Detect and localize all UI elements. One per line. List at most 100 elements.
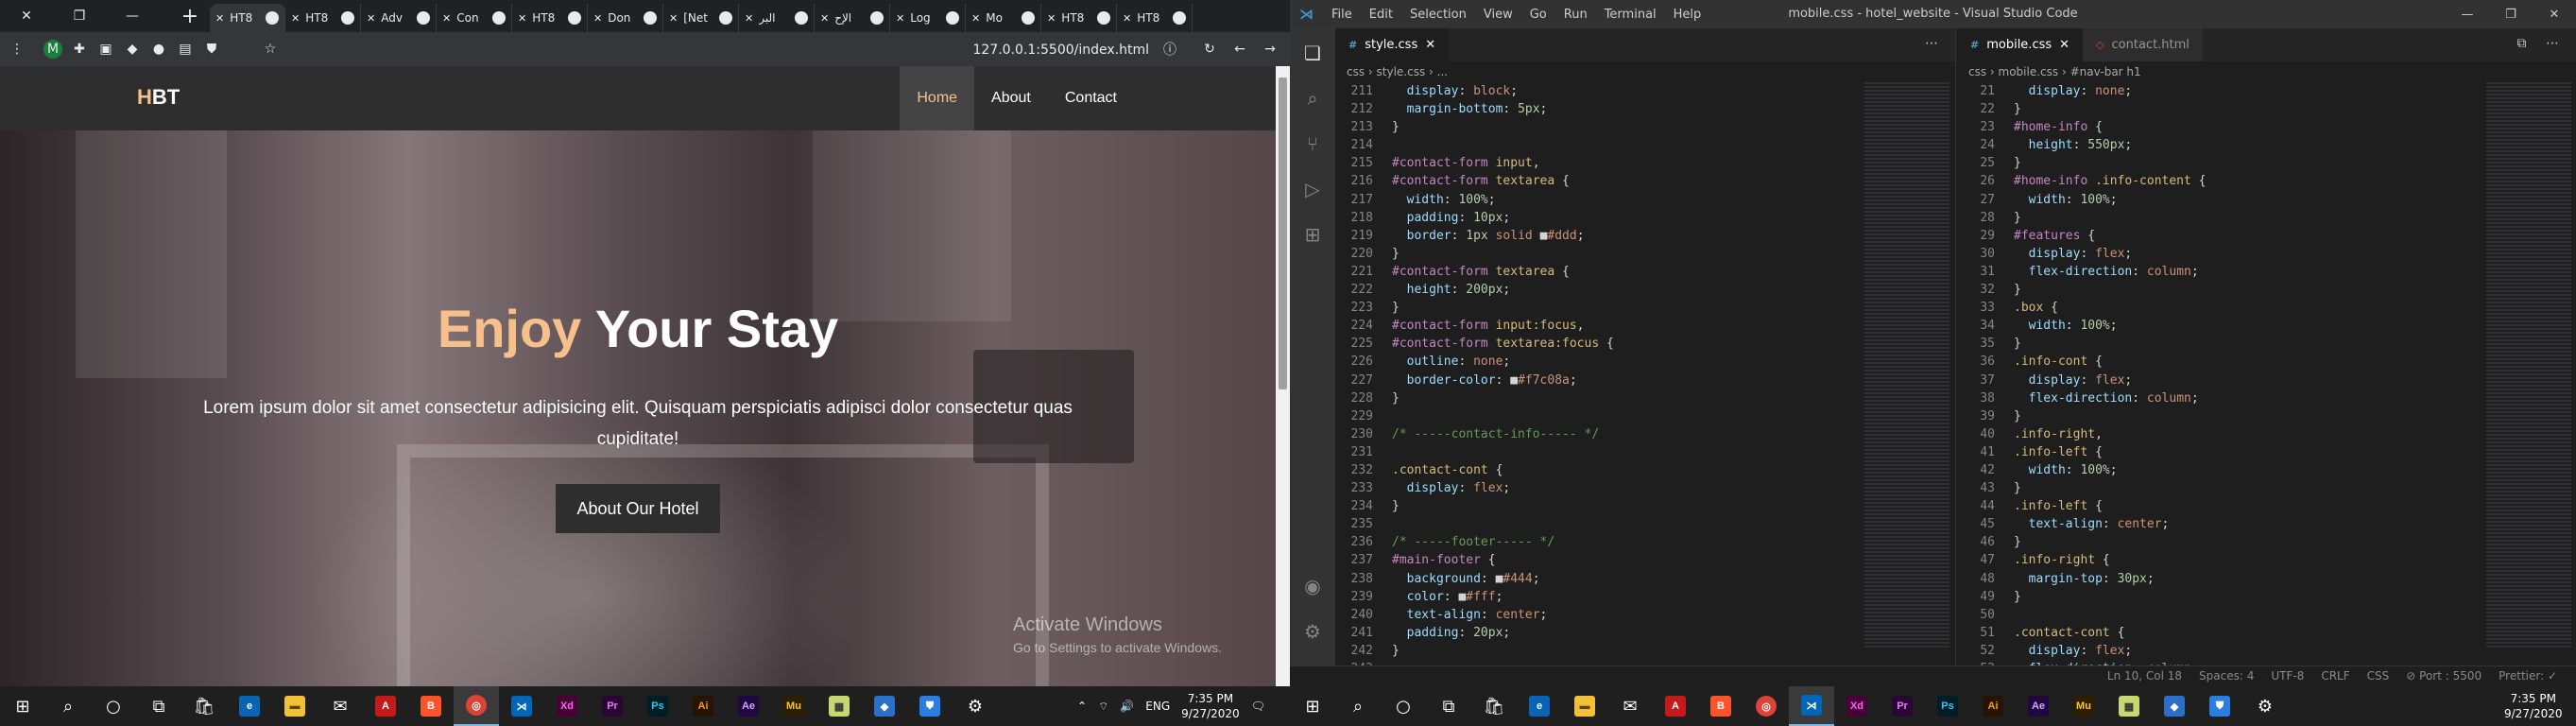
close-icon[interactable]: ✕ — [2533, 0, 2576, 28]
code-line[interactable]: 35} — [1957, 335, 2576, 353]
notifications-icon[interactable]: 🗨 — [1251, 700, 1265, 713]
cortana-icon[interactable]: ○ — [91, 686, 136, 726]
site-info-icon[interactable]: ⓘ — [1160, 40, 1179, 59]
code-line[interactable]: 42 width: 100%; — [1957, 461, 2576, 479]
close-tab-icon[interactable]: ✕ — [367, 12, 375, 25]
task-view-icon[interactable]: ⧉ — [1426, 686, 1471, 726]
forward-icon[interactable]: → — [1261, 40, 1279, 59]
menu-item-go[interactable]: Go — [1530, 8, 1547, 22]
mail-icon[interactable]: ✉ — [318, 686, 363, 726]
windows-start-icon[interactable]: ⊞ — [0, 686, 45, 726]
search-icon[interactable]: ⌕ — [1301, 87, 1324, 110]
extension-icon[interactable]: ▣ — [96, 40, 115, 59]
adobe-xd-icon[interactable]: Xd — [1834, 686, 1880, 726]
code-line[interactable]: 217 width: 100%; — [1335, 191, 1955, 209]
code-line[interactable]: 37 display: flex; — [1957, 372, 2576, 389]
browser-tab[interactable]: ✕ Adv — [361, 4, 437, 32]
status-item[interactable]: Spaces: 4 — [2199, 669, 2254, 683]
bookmark-star-icon[interactable]: ☆ — [261, 40, 280, 59]
task-view-icon[interactable]: ⧉ — [136, 686, 181, 726]
status-item[interactable]: ⊘ Port : 5500 — [2406, 669, 2482, 683]
browser-tab[interactable]: ✕ Don — [588, 4, 663, 32]
explorer-icon[interactable]: ❏ — [1301, 42, 1324, 64]
browser-tab[interactable]: ✕ Log — [890, 4, 966, 32]
close-tab-icon[interactable]: ✕ — [896, 12, 904, 25]
brave-icon[interactable]: B — [408, 686, 454, 726]
vscode-icon[interactable]: ⋊ — [499, 686, 544, 726]
code-line[interactable]: 228} — [1335, 389, 1955, 407]
code-line[interactable]: 48 margin-top: 30px; — [1957, 570, 2576, 588]
menu-item-terminal[interactable]: Terminal — [1605, 8, 1657, 22]
close-tab-icon[interactable]: ✕ — [518, 12, 526, 25]
restore-icon[interactable]: ❐ — [2489, 0, 2533, 28]
adobe-xd-icon[interactable]: Xd — [544, 686, 590, 726]
defender-icon[interactable]: ⛊ — [907, 686, 953, 726]
code-line[interactable]: 232 .contact-cont { — [1335, 461, 1955, 479]
menu-item-file[interactable]: File — [1331, 8, 1352, 22]
code-line[interactable]: 227 border-color: ■#f7c08a; — [1335, 372, 1955, 389]
menu-item-help[interactable]: Help — [1674, 8, 1702, 22]
menu-item-run[interactable]: Run — [1564, 8, 1588, 22]
code-line[interactable]: 29 #features { — [1957, 227, 2576, 245]
system-clock[interactable]: 7:35 PM 9/27/2020 — [2504, 691, 2563, 721]
browser-tab[interactable]: ✕ HT8 — [285, 4, 361, 32]
vscode-icon[interactable]: ⋊ — [1789, 686, 1834, 726]
code-line[interactable]: 220} — [1335, 245, 1955, 263]
code-line[interactable]: 240 text-align: center; — [1335, 606, 1955, 624]
nav-about[interactable]: About — [974, 66, 1048, 130]
sourcetree-icon[interactable]: ◆ — [2152, 686, 2197, 726]
code-line[interactable]: 216 #contact-form textarea { — [1335, 172, 1955, 190]
code-editor-left[interactable]: 211 display: block; 212 margin-bottom: 5p… — [1335, 82, 1955, 678]
tab-mobile-css[interactable]: # mobile.css ✕ — [1957, 28, 2084, 61]
code-line[interactable]: 33 .box { — [1957, 299, 2576, 317]
after-effects-icon[interactable]: Ae — [726, 686, 771, 726]
close-icon[interactable]: ✕ — [0, 0, 53, 32]
close-tab-icon[interactable]: ✕ — [215, 12, 224, 25]
code-line[interactable]: 23 #home-info { — [1957, 118, 2576, 136]
mail-icon[interactable]: ✉ — [1607, 686, 1653, 726]
code-line[interactable]: 21 display: none; — [1957, 82, 2576, 100]
acrobat-icon[interactable]: A — [363, 686, 408, 726]
code-line[interactable]: 44 .info-left { — [1957, 497, 2576, 515]
code-line[interactable]: 218 padding: 10px; — [1335, 209, 1955, 227]
browser-tab[interactable]: ✕ Mo — [966, 4, 1041, 32]
tab-style-css[interactable]: # style.css ✕ — [1335, 28, 1450, 61]
back-icon[interactable]: ← — [1230, 40, 1249, 59]
code-line[interactable]: 213} — [1335, 118, 1955, 136]
code-line[interactable]: 221 #contact-form textarea { — [1335, 263, 1955, 281]
muse-icon[interactable]: Mu — [2061, 686, 2106, 726]
browser-tab[interactable]: ✕ الإح — [815, 4, 890, 32]
edge-icon[interactable]: e — [1517, 686, 1562, 726]
code-line[interactable]: 52 display: flex; — [1957, 642, 2576, 660]
close-tab-icon[interactable]: ✕ — [291, 12, 300, 25]
code-line[interactable]: 26 #home-info .info-content { — [1957, 172, 2576, 190]
defender-icon[interactable]: ⛊ — [2197, 686, 2242, 726]
close-tab-icon[interactable]: ✕ — [745, 12, 753, 25]
store-icon[interactable]: 🛍 — [1471, 686, 1517, 726]
code-line[interactable]: 39} — [1957, 407, 2576, 425]
code-line[interactable]: 231 — [1335, 443, 1955, 461]
chrome-icon[interactable]: ◎ — [1743, 686, 1789, 726]
browser-tab[interactable]: ✕ HT8 — [210, 4, 285, 32]
close-icon[interactable]: ✕ — [1425, 38, 1435, 52]
code-line[interactable]: 237 #main-footer { — [1335, 551, 1955, 569]
split-editor-icon[interactable]: ⧉ ⋯ — [2517, 36, 2567, 51]
minimize-icon[interactable]: — — [106, 0, 159, 32]
source-control-icon[interactable]: ⑂ — [1301, 132, 1324, 155]
code-line[interactable]: 27 width: 100%; — [1957, 191, 2576, 209]
browser-tab[interactable]: ✕ HT8 — [1117, 4, 1193, 32]
code-line[interactable]: 233 display: flex; — [1335, 479, 1955, 497]
close-tab-icon[interactable]: ✕ — [669, 12, 678, 25]
code-line[interactable]: 219 border: 1px solid ■#ddd; — [1335, 227, 1955, 245]
code-line[interactable]: 241 padding: 20px; — [1335, 624, 1955, 642]
code-line[interactable]: 43} — [1957, 479, 2576, 497]
settings-gear-icon[interactable]: ⚙ — [1301, 620, 1324, 643]
code-line[interactable]: 223} — [1335, 299, 1955, 317]
close-tab-icon[interactable]: ✕ — [593, 12, 602, 25]
close-icon[interactable]: ✕ — [2059, 38, 2069, 52]
code-line[interactable]: 32} — [1957, 281, 2576, 299]
photoshop-icon[interactable]: Ps — [1925, 686, 1970, 726]
edge-icon[interactable]: e — [227, 686, 272, 726]
close-tab-icon[interactable]: ✕ — [1047, 12, 1056, 25]
extension-icon[interactable]: ● — [149, 40, 168, 59]
